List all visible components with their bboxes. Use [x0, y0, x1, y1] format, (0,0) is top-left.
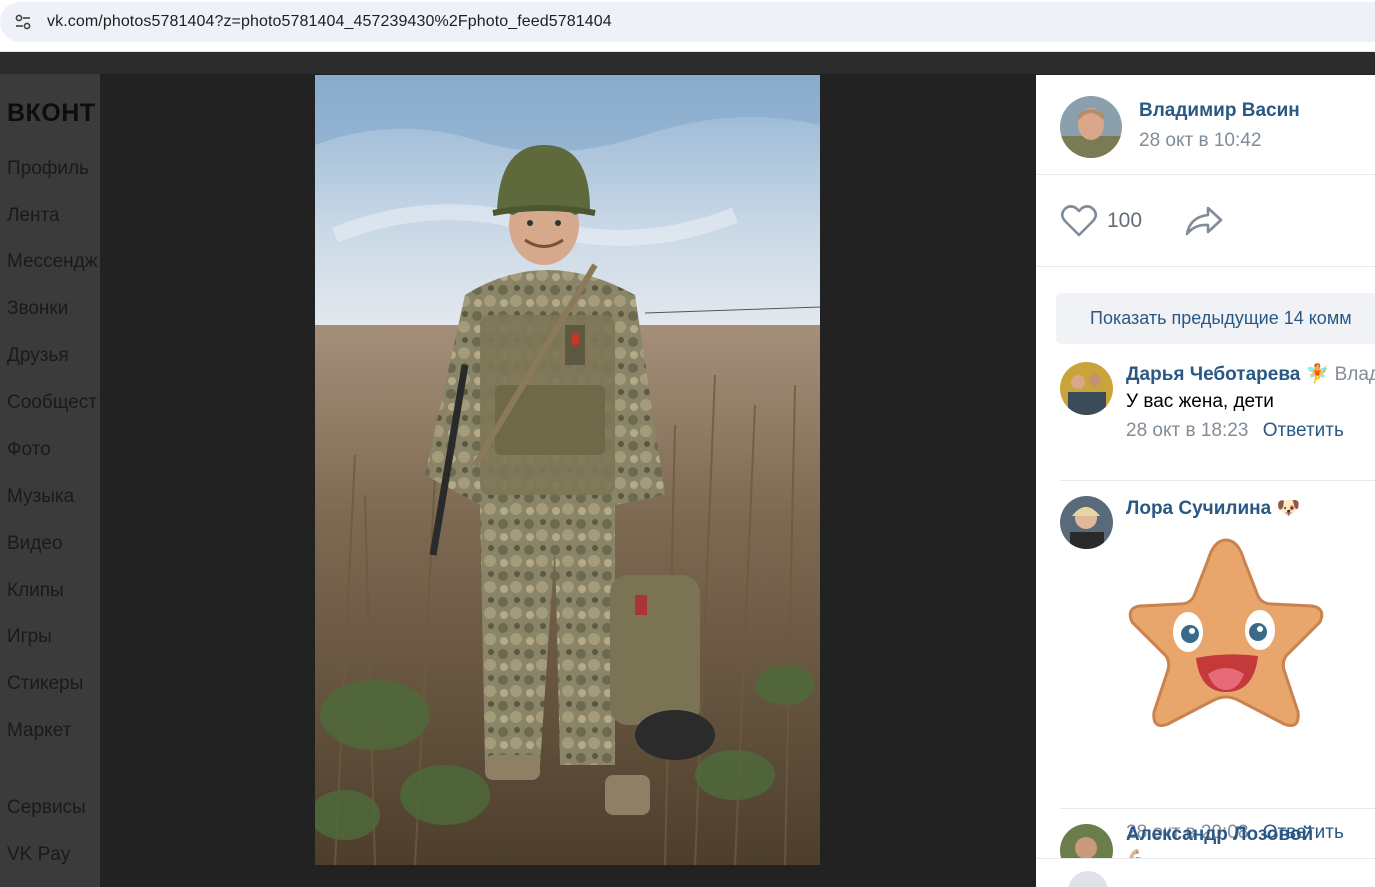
- photo-actions: 100: [1036, 175, 1375, 267]
- commenter-name-text[interactable]: Лора Сучилина: [1126, 498, 1271, 519]
- commenter-name[interactable]: Дарья Чеботарева 🧚 Влад: [1126, 362, 1375, 386]
- share-arrow-icon[interactable]: [1184, 204, 1224, 238]
- vk-sidebar: ВКОНТ Профиль Лента Мессендж Звонки Друз…: [0, 74, 100, 887]
- menu-item-calls[interactable]: Звонки: [7, 298, 68, 320]
- show-previous-comments-button[interactable]: Показать предыдущие 14 комм: [1056, 293, 1375, 344]
- commenter-name[interactable]: Лора Сучилина 🐶: [1126, 496, 1300, 520]
- photo-area[interactable]: [100, 75, 1036, 887]
- browser-address-bar: vk.com/photos5781404?z=photo5781404_4572…: [0, 0, 1375, 52]
- comment-item: Дарья Чеботарева 🧚 Влад У вас жена, дети…: [1036, 362, 1375, 480]
- reply-to-name[interactable]: Влад: [1335, 364, 1375, 385]
- photo-viewer: Владимир Васин 28 окт в 10:42 100 Показа…: [100, 75, 1375, 887]
- vk-header: [0, 52, 1375, 74]
- post-date[interactable]: 28 окт в 10:42: [1139, 130, 1261, 152]
- menu-item-services[interactable]: Сервисы: [7, 797, 86, 819]
- commenter-name[interactable]: Александр Лозовой: [1126, 824, 1313, 846]
- url-field[interactable]: vk.com/photos5781404?z=photo5781404_4572…: [0, 2, 1375, 42]
- menu-item-stickers[interactable]: Стикеры: [7, 673, 83, 695]
- comment-item: Лора Сучилина 🐶 28 окт в 20:08 Ответить: [1036, 496, 1375, 843]
- menu-item-games[interactable]: Игры: [7, 626, 52, 648]
- menu-item-photos[interactable]: Фото: [7, 439, 51, 461]
- comment-date[interactable]: 28 окт в 18:23: [1126, 420, 1248, 441]
- menu-item-vkpay[interactable]: VK Pay: [7, 844, 70, 866]
- reply-button[interactable]: Ответить: [1263, 420, 1344, 441]
- tune-icon[interactable]: [12, 11, 34, 33]
- vk-logo[interactable]: ВКОНТ: [7, 99, 96, 128]
- menu-item-clips[interactable]: Клипы: [7, 580, 64, 602]
- menu-item-friends[interactable]: Друзья: [7, 345, 69, 367]
- commenter-emoji: 🐶: [1276, 498, 1301, 519]
- show-previous-label: Показать предыдущие 14 комм: [1090, 308, 1352, 328]
- menu-item-market[interactable]: Маркет: [7, 720, 71, 742]
- star-smile-sticker[interactable]: [1126, 534, 1326, 732]
- comment-meta: 28 окт в 18:23 Ответить: [1126, 420, 1344, 442]
- menu-item-feed[interactable]: Лента: [7, 205, 60, 227]
- menu-item-messenger[interactable]: Мессендж: [7, 251, 97, 273]
- heart-icon[interactable]: [1060, 204, 1098, 238]
- menu-item-communities[interactable]: Сообщест: [7, 392, 97, 414]
- commenter-name-text[interactable]: Дарья Чеботарева: [1126, 364, 1300, 385]
- comment-text: У вас жена, дети: [1126, 391, 1274, 412]
- commenter-avatar[interactable]: [1060, 362, 1113, 415]
- menu-item-music[interactable]: Музыка: [7, 486, 74, 508]
- comment-input-area[interactable]: [1036, 858, 1375, 887]
- comment-divider: [1060, 480, 1375, 481]
- like-count: 100: [1107, 209, 1143, 232]
- author-avatar[interactable]: [1060, 96, 1122, 158]
- photo-author: Владимир Васин 28 окт в 10:42: [1036, 75, 1375, 175]
- menu-item-video[interactable]: Видео: [7, 533, 63, 555]
- commenter-avatar[interactable]: [1060, 496, 1113, 549]
- commenter-emoji: 🧚: [1305, 364, 1330, 385]
- photo-side-panel: Владимир Васин 28 окт в 10:42 100 Показа…: [1036, 75, 1375, 887]
- author-name[interactable]: Владимир Васин: [1139, 100, 1300, 122]
- main-photo[interactable]: [315, 75, 820, 865]
- comment-divider: [1060, 808, 1375, 809]
- menu-item-profile[interactable]: Профиль: [7, 158, 89, 180]
- url-text[interactable]: vk.com/photos5781404?z=photo5781404_4572…: [47, 13, 612, 31]
